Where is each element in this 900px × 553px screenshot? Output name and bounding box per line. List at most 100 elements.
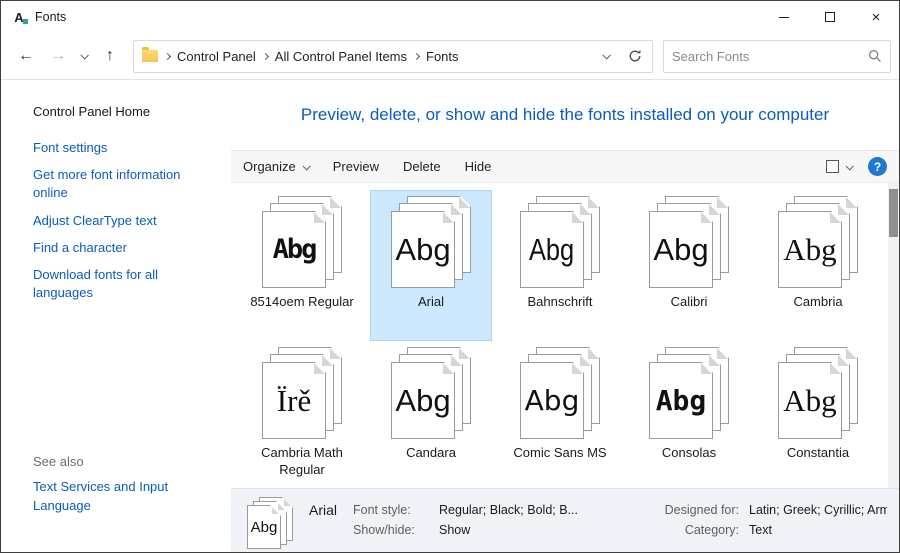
sidebar-item-find-a-character[interactable]: Find a character [33,239,201,257]
sidebar-item-control-panel-home[interactable]: Control Panel Home [33,104,213,119]
maximize-icon [825,12,835,22]
breadcrumb-separator-icon [413,52,420,59]
font-name: Constantia [787,445,849,462]
sidebar-item-adjust-cleartype[interactable]: Adjust ClearType text [33,212,201,230]
show-hide-label: Show/hide: [353,523,429,537]
preview-button[interactable]: Preview [333,159,379,174]
font-tile[interactable]: Ïrě Cambria Math Regular [241,341,363,488]
page-sheet: Abg [778,211,842,288]
designed-for-label: Designed for: [635,503,739,517]
details-pane: Abg Arial Font style: Regular; Black; Bo… [231,488,899,552]
chevron-down-icon [80,51,88,59]
font-tile[interactable]: Abg Consolas [628,341,750,488]
designed-for-value: Latin; Greek; Cyrillic; Armenian; Heb... [749,503,887,517]
search-icon [868,49,882,63]
fonts-app-icon: A [11,9,27,25]
font-preview-glyph: Abg [395,385,450,416]
address-bar[interactable]: Control Panel All Control Panel Items Fo… [133,40,653,73]
font-stack-icon: Ïrě [262,347,342,440]
breadcrumb-control-panel[interactable]: Control Panel [177,49,256,64]
breadcrumb-all-control-panel-items[interactable]: All Control Panel Items [275,49,407,64]
font-preview-glyph: Abg [525,387,580,415]
recent-locations-chevron[interactable] [75,41,93,71]
fonts-window: A Fonts × ← → ↑ Control Panel All Contro… [0,0,900,553]
font-tile[interactable]: Abg Comic Sans MS [499,341,621,488]
font-preview-glyph: Ïrě [277,385,311,416]
scrollbar-thumb[interactable] [889,189,898,237]
font-name: Bahnschrift [527,294,592,311]
page-sheet: Abg [391,211,455,288]
font-style-value: Regular; Black; Bold; B... [439,503,625,517]
refresh-button[interactable] [624,42,646,70]
breadcrumb-fonts[interactable]: Fonts [426,49,459,64]
navigation-bar: ← → ↑ Control Panel All Control Panel It… [1,33,899,80]
font-stack-icon: Abg [262,196,342,289]
close-button[interactable]: × [853,1,899,33]
view-icon [826,160,839,173]
page-sheet: Abg [778,362,842,439]
sidebar-item-text-services[interactable]: Text Services and Input Language [33,478,201,514]
font-tile[interactable]: Abg Bahnschrift [499,190,621,341]
font-stack-icon: Abg [649,347,729,440]
font-stack-icon: Abg [391,347,471,440]
back-button[interactable]: ← [11,41,41,71]
font-tile[interactable]: Abg Arial [370,190,492,341]
font-stack-icon: Abg [778,196,858,289]
search-input[interactable] [672,49,862,64]
title-bar: A Fonts × [1,1,899,33]
font-tile[interactable]: Abg Candara [370,341,492,488]
refresh-icon [628,49,642,63]
maximize-button[interactable] [807,1,853,33]
font-stack-icon: Abg [520,347,600,440]
font-name: Cambria Math Regular [245,445,359,479]
address-dropdown-button[interactable] [595,42,617,70]
hide-button[interactable]: Hide [465,159,492,174]
font-grid: Abg 8514oem Regular Abg Arial Abg Bahnsc… [231,183,899,488]
vertical-scrollbar[interactable] [888,183,899,488]
font-tile[interactable]: Abg Cambria [757,190,879,341]
toolbar: Organize Preview Delete Hide ? [231,150,899,183]
chevron-down-icon [845,162,853,170]
category-label: Category: [635,523,739,537]
details-fields: Font style: Regular; Black; Bold; B... D… [353,497,887,537]
font-stack-icon: Abg [778,347,858,440]
font-tile[interactable]: Abg 8514oem Regular [241,190,363,341]
sidebar-item-download-fonts[interactable]: Download fonts for all languages [33,266,201,302]
sidebar-item-get-more-font-information[interactable]: Get more font information online [33,166,201,202]
main-content: Preview, delete, or show and hide the fo… [231,80,899,552]
font-name: Cambria [793,294,842,311]
sidebar-item-font-settings[interactable]: Font settings [33,139,201,157]
font-name: 8514oem Regular [250,294,353,311]
font-list-area: Abg 8514oem Regular Abg Arial Abg Bahnsc… [231,183,899,488]
font-name: Comic Sans MS [513,445,606,462]
change-view-button[interactable] [826,160,852,173]
font-style-label: Font style: [353,503,429,517]
selected-font-name: Arial [309,497,337,518]
window-body: Control Panel Home Font settings Get mor… [1,80,899,552]
breadcrumb-separator-icon [164,52,171,59]
page-title: Preview, delete, or show and hide the fo… [301,105,829,125]
minimize-icon [779,17,789,18]
up-button[interactable]: ↑ [95,41,125,71]
help-button[interactable]: ? [868,157,887,176]
font-tile[interactable]: Abg Calibri [628,190,750,341]
breadcrumb-separator-icon [262,52,269,59]
show-hide-value: Show [439,523,625,537]
font-name: Consolas [662,445,716,462]
page-sheet: Abg [391,362,455,439]
toolbar-right-group: ? [826,157,887,176]
delete-button[interactable]: Delete [403,159,441,174]
fonts-folder-icon [142,50,158,62]
font-preview-glyph: Abg [783,385,836,416]
search-box[interactable] [663,40,891,73]
font-preview-glyph: Abg [656,387,707,415]
font-preview-glyph: Abg [783,234,836,265]
font-preview-glyph: Abg [273,236,316,263]
see-also-heading: See also [33,454,213,469]
minimize-button[interactable] [761,1,807,33]
forward-button[interactable]: → [43,41,73,71]
chevron-down-icon [302,162,310,170]
font-tile[interactable]: Abg Constantia [757,341,879,488]
organize-button[interactable]: Organize [243,159,309,174]
selected-font-stack-icon: Abg [247,497,293,549]
